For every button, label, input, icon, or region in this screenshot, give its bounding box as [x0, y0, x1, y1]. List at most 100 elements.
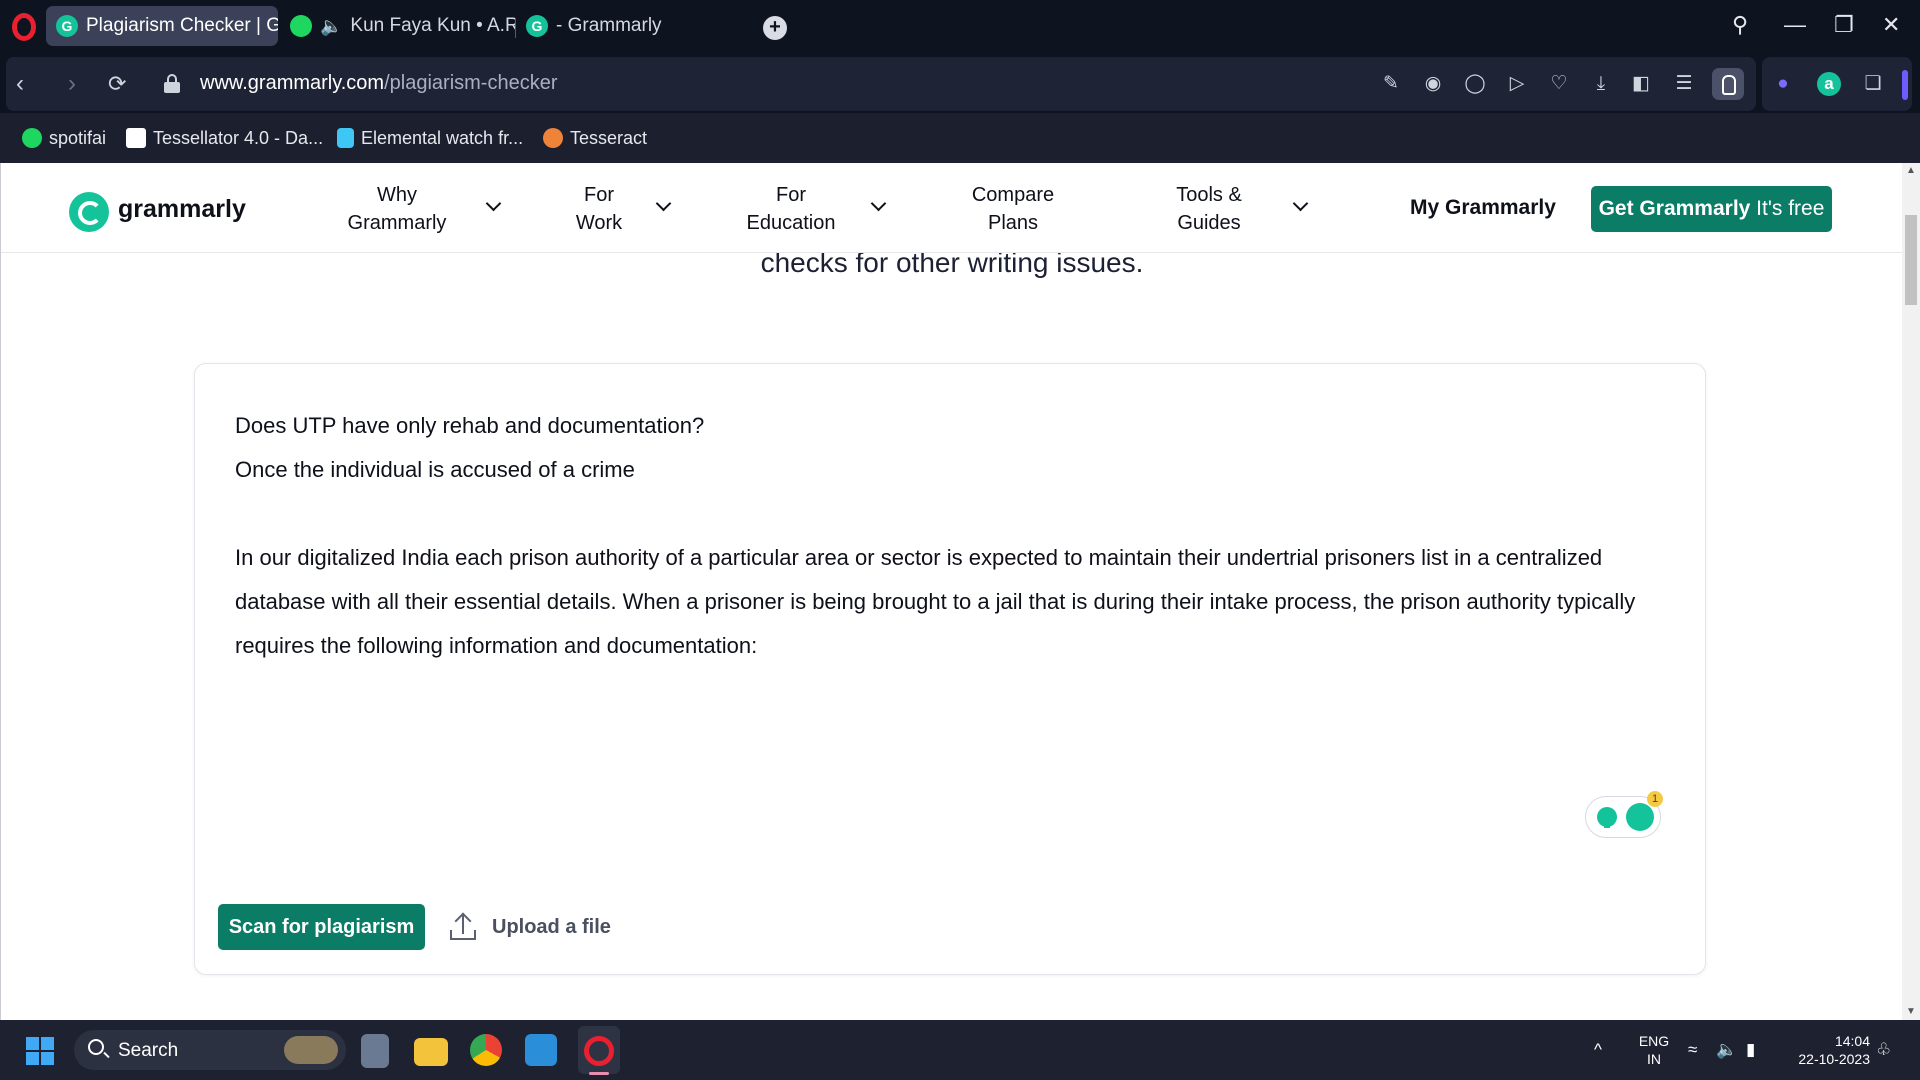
screen: G Plagiarism Checker | Gra 🔈 Kun Faya Ku…	[0, 0, 1920, 1080]
chevron-down-icon[interactable]	[485, 195, 502, 212]
tab-title: Plagiarism Checker | Gra	[86, 15, 278, 36]
menu-icon[interactable]: ☰	[1673, 73, 1695, 95]
windows-start-icon[interactable]	[26, 1037, 54, 1065]
page-scrollbar[interactable]: ▲ ▼	[1902, 163, 1920, 1020]
lock-icon[interactable]	[164, 74, 180, 93]
scroll-up-icon[interactable]: ▲	[1906, 165, 1916, 176]
editor-line: Once the individual is accused of a crim…	[235, 457, 635, 482]
clock-date: 22-10-2023	[1798, 1051, 1870, 1067]
tray-overflow-icon[interactable]: ^	[1594, 1040, 1602, 1060]
wifi-icon[interactable]: ≈	[1688, 1040, 1697, 1060]
grammarly-assistant-badge[interactable]: 1	[1585, 791, 1663, 838]
spotify-favicon-icon	[290, 15, 312, 37]
amazon-extension-icon[interactable]: a	[1817, 72, 1841, 96]
bookmark-tesseract[interactable]: Tesseract	[543, 124, 647, 152]
bookmark-label: Elemental watch fr...	[361, 127, 524, 148]
brand-name[interactable]: grammarly	[118, 195, 246, 224]
lightbulb-icon	[1597, 807, 1617, 828]
shield-icon[interactable]: ◯	[1464, 73, 1486, 95]
grammarly-favicon-icon: G	[56, 15, 78, 37]
scrollbar-thumb[interactable]	[1905, 215, 1917, 305]
nav-label-line2: Work	[575, 212, 623, 234]
nav-label-line2: Grammarly	[347, 212, 447, 234]
tab-title: - Grammarly	[556, 15, 662, 36]
scroll-down-icon[interactable]: ▼	[1906, 1006, 1916, 1017]
layout-icon[interactable]: ◧	[1630, 73, 1652, 95]
bookmark-elemental[interactable]: Elemental watch fr...	[337, 124, 523, 152]
back-icon[interactable]: ‹	[16, 70, 24, 98]
clock[interactable]: 14:04 22-10-2023	[1780, 1032, 1870, 1068]
tesseract-icon	[543, 128, 563, 148]
nav-why-grammarly[interactable]: Why Grammarly	[337, 181, 457, 237]
new-tab-button[interactable]: +	[763, 16, 787, 40]
search-highlight-image	[284, 1036, 338, 1064]
file-explorer-icon[interactable]	[414, 1038, 448, 1066]
upload-file-link[interactable]: Upload a file	[492, 916, 611, 939]
opera-icon[interactable]	[584, 1036, 614, 1066]
volume-icon[interactable]: 🔈	[1716, 1040, 1737, 1060]
cube-icon[interactable]: ❏	[1862, 73, 1884, 95]
search-tabs-icon[interactable]: ⚲	[1732, 12, 1748, 38]
grammarly-logo-icon[interactable]	[69, 192, 109, 232]
grammarly-favicon-icon: G	[526, 15, 548, 37]
get-grammarly-button[interactable]: Get Grammarly It's free	[1591, 186, 1832, 232]
editor-paragraph: In our digitalized India each prison aut…	[235, 545, 1636, 658]
opera-menu-icon[interactable]	[12, 13, 36, 41]
tab-title: Kun Faya Kun • A.R.	[350, 15, 516, 36]
camera-icon[interactable]: ◉	[1422, 73, 1444, 95]
battery-icon[interactable]: ▮	[1746, 1040, 1755, 1060]
heart-icon[interactable]: ♡	[1548, 73, 1570, 95]
plagiarism-editor[interactable]: Does UTP have only rehab and documentati…	[194, 363, 1706, 975]
forward-icon[interactable]: ›	[68, 70, 76, 98]
language-indicator[interactable]: ENG IN	[1634, 1032, 1674, 1068]
chrome-icon[interactable]	[470, 1034, 502, 1066]
bookmark-tessellator[interactable]: Tessellator 4.0 - Da...	[126, 124, 323, 152]
microphone-icon[interactable]: ●	[1772, 73, 1794, 95]
play-icon[interactable]: ▷	[1506, 73, 1528, 95]
nav-label-line1: Tools &	[1176, 184, 1242, 206]
nav-label-line1: Why	[377, 184, 417, 206]
reload-icon[interactable]: ⟳	[108, 71, 126, 97]
search-icon	[88, 1039, 104, 1055]
edit-icon[interactable]: ✎	[1380, 73, 1402, 95]
url-text[interactable]: www.grammarly.com/plagiarism-checker	[200, 72, 557, 95]
editor-text-area[interactable]: Does UTP have only rehab and documentati…	[235, 404, 1665, 668]
chevron-down-icon[interactable]	[870, 195, 887, 212]
notification-bell-icon[interactable]: ♧	[1876, 1040, 1891, 1060]
download-icon[interactable]: ⤓	[1590, 73, 1612, 95]
suggestion-count-badge: 1	[1647, 791, 1663, 807]
calculator-icon[interactable]	[361, 1034, 389, 1068]
bookmark-spotifai[interactable]: spotifai	[22, 124, 106, 152]
bookmark-label: spotifai	[49, 127, 107, 148]
nav-for-education[interactable]: For Education	[731, 181, 851, 237]
tab-kun-faya-kun[interactable]: 🔈 Kun Faya Kun • A.R.	[280, 6, 516, 46]
taskbar-search[interactable]: Search	[74, 1030, 346, 1070]
sidebar-toggle[interactable]	[1902, 70, 1908, 100]
my-grammarly-link[interactable]: My Grammarly	[1410, 196, 1556, 220]
nav-compare-plans[interactable]: Compare Plans	[951, 181, 1075, 237]
nav-tools-guides[interactable]: Tools & Guides	[1159, 181, 1259, 237]
restore-icon[interactable]: ❐	[1834, 12, 1854, 38]
vscode-icon[interactable]	[525, 1034, 557, 1066]
nav-label-line2: Education	[746, 212, 836, 234]
grammarly-icon	[1626, 803, 1654, 831]
active-app-indicator	[589, 1072, 609, 1075]
upload-icon[interactable]	[448, 912, 478, 942]
chevron-down-icon[interactable]	[1292, 195, 1309, 212]
site-header: grammarly Why Grammarly For Work For Edu…	[1, 163, 1902, 253]
nav-label-line1: Compare	[971, 184, 1055, 206]
tessellator-icon	[126, 128, 146, 148]
nav-label-line2: Guides	[1177, 212, 1241, 234]
close-icon[interactable]: ✕	[1882, 12, 1900, 38]
tab-plagiarism-checker[interactable]: G Plagiarism Checker | Gra	[46, 6, 278, 46]
search-label: Search	[118, 1040, 179, 1061]
bookmark-label: Tessellator 4.0 - Da...	[153, 127, 324, 148]
tab-grammarly[interactable]: G - Grammarly	[516, 6, 676, 46]
minimize-icon[interactable]: —	[1784, 12, 1806, 38]
nav-label-line1: For	[776, 184, 806, 206]
scan-for-plagiarism-button[interactable]: Scan for plagiarism	[218, 904, 425, 950]
profile-icon[interactable]	[1712, 68, 1744, 100]
chevron-down-icon[interactable]	[655, 195, 672, 212]
nav-for-work[interactable]: For Work	[559, 181, 639, 237]
cta-rest-label: It's free	[1750, 197, 1825, 220]
